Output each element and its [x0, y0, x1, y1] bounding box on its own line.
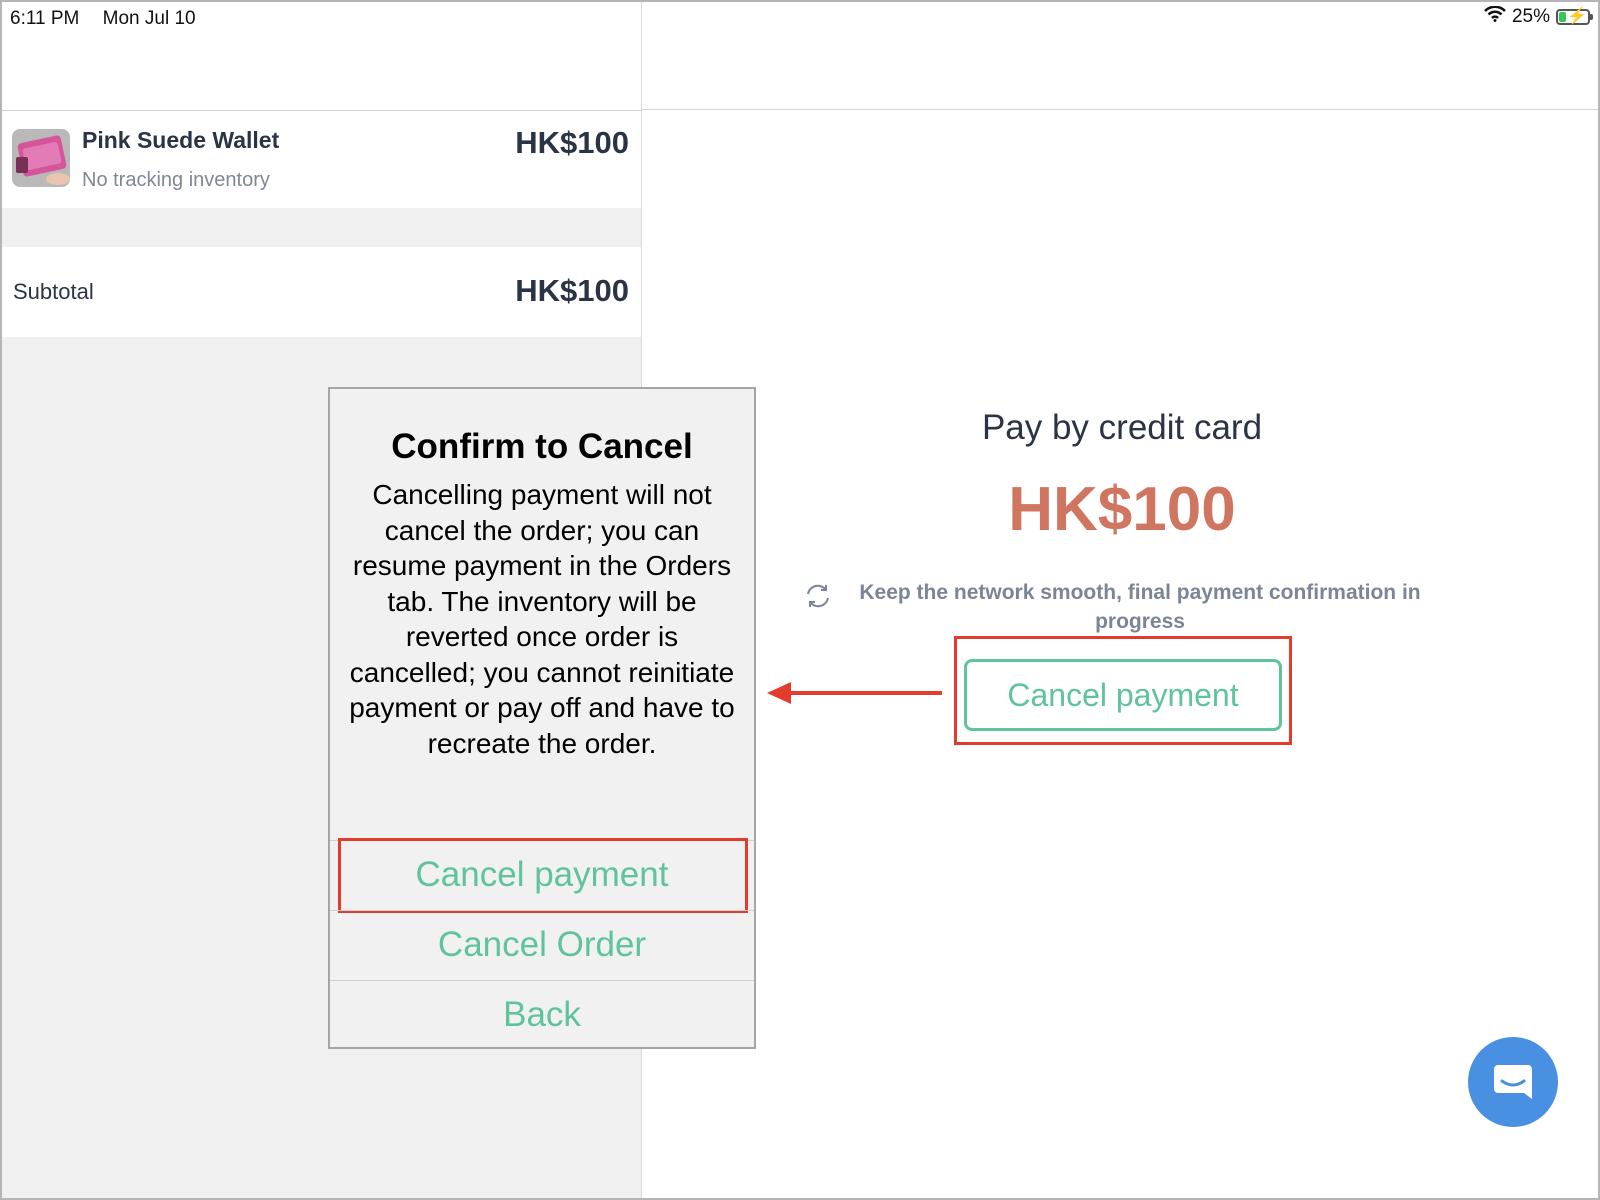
product-thumbnail [12, 129, 70, 187]
chat-icon [1494, 1065, 1532, 1099]
network-status-note: Keep the network smooth, final payment c… [859, 581, 1421, 633]
battery-fill [1559, 12, 1566, 22]
status-time: 6:11 PM [10, 8, 80, 29]
sync-icon [807, 584, 829, 608]
dialog-message: Cancelling payment will not cancel the o… [349, 479, 735, 759]
subtotal-label: Subtotal [13, 279, 94, 304]
charging-icon: ⚡ [1567, 8, 1587, 25]
payment-amount: HK$100 [1008, 475, 1236, 544]
cart-item[interactable]: Pink Suede Wallet No tracking inventory … [2, 111, 641, 208]
chat-support-button[interactable] [1468, 1037, 1558, 1127]
battery-percent: 25% [1511, 6, 1550, 27]
confirm-cancel-dialog: Confirm to Cancel Cancelling payment wil… [328, 387, 756, 1049]
item-inventory-status: No tracking inventory [82, 169, 270, 191]
payment-method-title: Pay by credit card [981, 408, 1263, 447]
dialog-back-button[interactable]: Back [330, 980, 754, 1050]
wifi-icon [1484, 5, 1506, 28]
battery-icon: ⚡ [1556, 8, 1593, 25]
status-bar-left: 6:11 PM Mon Jul 10 [10, 8, 214, 30]
app-window: Pink Suede Wallet No tracking inventory … [0, 0, 1600, 1200]
highlight-box-dialog-cancel-payment [338, 838, 748, 913]
item-name: Pink Suede Wallet [82, 127, 280, 153]
dialog-cancel-order-button[interactable]: Cancel Order [330, 910, 754, 980]
status-bar-right: 25% ⚡ [1484, 5, 1593, 28]
header-divider [642, 109, 1598, 110]
item-price: HK$100 [515, 125, 629, 160]
cancel-payment-button[interactable]: Cancel payment [964, 659, 1282, 731]
subtotal-value: HK$100 [515, 273, 629, 308]
dialog-title: Confirm to Cancel [391, 427, 693, 466]
subtotal-row: Subtotal HK$100 [2, 247, 641, 337]
status-date: Mon Jul 10 [102, 8, 196, 29]
annotation-arrow [767, 682, 942, 704]
